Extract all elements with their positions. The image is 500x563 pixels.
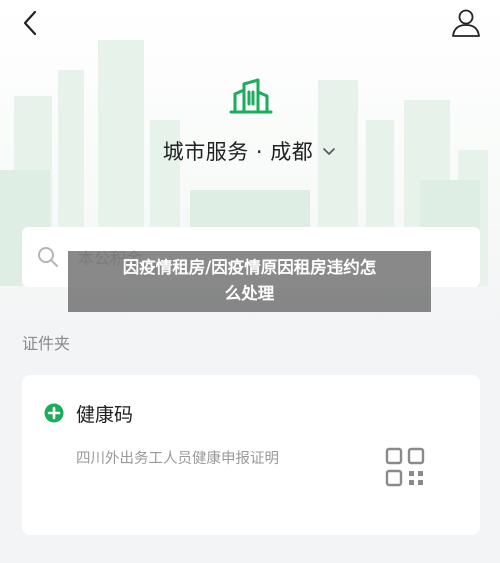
section-title: 证件夹 xyxy=(22,334,71,353)
article-title-overlay: 因疫情租房/因疫情原因租房违约怎 么处理 xyxy=(68,251,431,312)
card-subtitle: 四川外出务工人员健康申报证明 xyxy=(76,451,279,467)
banner-line-1: 因疫情租房/因疫情原因租房违约怎 xyxy=(122,258,377,277)
city-building-icon xyxy=(229,78,273,114)
back-button[interactable] xyxy=(14,6,48,40)
city-service-title: 城市服务 · 成都 xyxy=(162,140,314,164)
health-code-card[interactable]: 健康码 四川外出务工人员健康申报证明 xyxy=(22,375,480,535)
user-icon xyxy=(452,9,480,37)
user-profile-button[interactable] xyxy=(448,6,484,40)
card-title: 健康码 xyxy=(76,404,134,426)
city-service-selector[interactable]: 城市服务 · 成都 xyxy=(0,136,500,166)
chevron-down-icon xyxy=(323,148,336,155)
chevron-left-icon xyxy=(23,10,37,36)
plus-circle-icon xyxy=(44,403,64,423)
search-icon xyxy=(38,247,58,267)
banner-line-2: 么处理 xyxy=(224,284,275,303)
qr-code-icon[interactable] xyxy=(385,447,425,487)
